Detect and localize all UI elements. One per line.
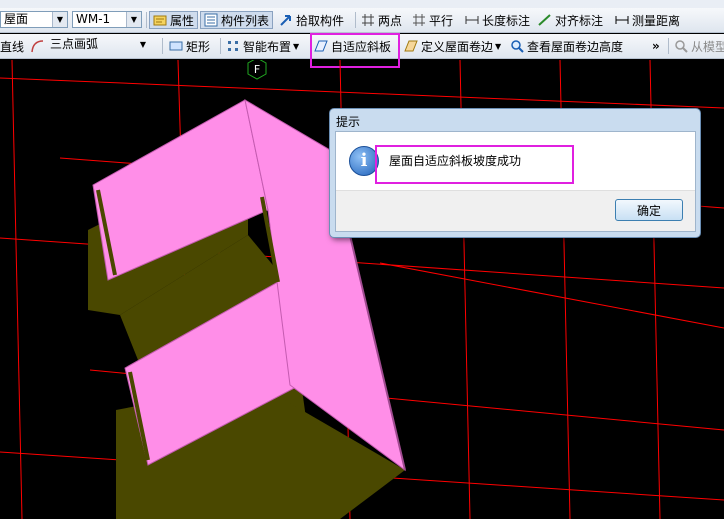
layer-select[interactable]: 屋面 ▼ (0, 11, 68, 28)
parallel-button[interactable]: 平行 (412, 11, 453, 29)
pick-arrow-icon (280, 15, 291, 26)
dialog-title: 提示 (336, 115, 361, 129)
axis-marker: F (247, 60, 267, 80)
arc-icon (31, 40, 44, 53)
arc-tool-icon-wrap[interactable] (30, 37, 47, 55)
view-roof-edge-height-button[interactable]: 查看屋面卷边高度 (510, 37, 623, 55)
separator (220, 38, 221, 54)
align-dimension-icon (538, 14, 551, 26)
separator (355, 12, 356, 28)
grid-icon (362, 14, 374, 26)
chevron-down-icon: ▼ (126, 12, 141, 27)
dialog-footer: 确定 (336, 190, 695, 231)
separator (146, 12, 147, 28)
length-dimension-button[interactable]: 长度标注 (465, 11, 530, 29)
properties-button[interactable]: 属性 (149, 11, 199, 29)
separator (668, 38, 669, 54)
define-roof-edge-button[interactable]: 定义屋面卷边 ▼ (404, 37, 501, 55)
toolbar-main: 屋面 ▼ WM-1 ▼ 属性 构件列表 拾取构件 两点 平行 长度标注 对齐标注… (0, 8, 724, 33)
svg-text:F: F (254, 63, 260, 76)
measure-distance-button[interactable]: 测量距离 (615, 11, 680, 29)
two-points-button[interactable]: 两点 (361, 11, 402, 29)
rectangle-icon (169, 41, 183, 51)
roof-edge-icon (404, 40, 418, 52)
component-list-button[interactable]: 构件列表 (200, 11, 274, 29)
separator (162, 38, 163, 54)
component-select[interactable]: WM-1 ▼ (72, 11, 142, 28)
dimension-icon (465, 16, 479, 24)
dropdown-arrow-icon: ▼ (293, 41, 300, 51)
ruler-icon (615, 16, 629, 24)
properties-icon (153, 15, 167, 26)
chevron-down-icon: ▼ (139, 40, 147, 49)
smart-layout-button[interactable]: 智能布置 ▼ (226, 37, 299, 55)
from-model-button[interactable]: 从模型 (674, 37, 724, 55)
list-icon (204, 13, 218, 27)
arc-mode-select[interactable]: 三点画弧 ▼ (47, 37, 150, 54)
smart-layout-icon (228, 41, 238, 51)
message-highlight (375, 145, 574, 184)
prompt-dialog: 提示 i 屋面自适应斜板坡度成功 确定 (329, 108, 701, 238)
dialog-body: i 屋面自适应斜板坡度成功 确定 (335, 131, 696, 232)
toolbar-overflow-button[interactable]: » (652, 37, 660, 55)
parallel-grid-icon (413, 14, 425, 26)
ok-button[interactable]: 确定 (615, 199, 683, 221)
dropdown-arrow-icon: ▼ (495, 41, 502, 51)
rectangle-button[interactable]: 矩形 (169, 37, 210, 55)
magnifier-icon (511, 40, 524, 53)
magnifier-icon (675, 40, 688, 53)
align-dimension-button[interactable]: 对齐标注 (538, 11, 603, 29)
line-button[interactable]: 直线 (0, 37, 24, 55)
chevron-down-icon: ▼ (52, 12, 67, 27)
pick-component-button[interactable]: 拾取构件 (279, 11, 344, 29)
